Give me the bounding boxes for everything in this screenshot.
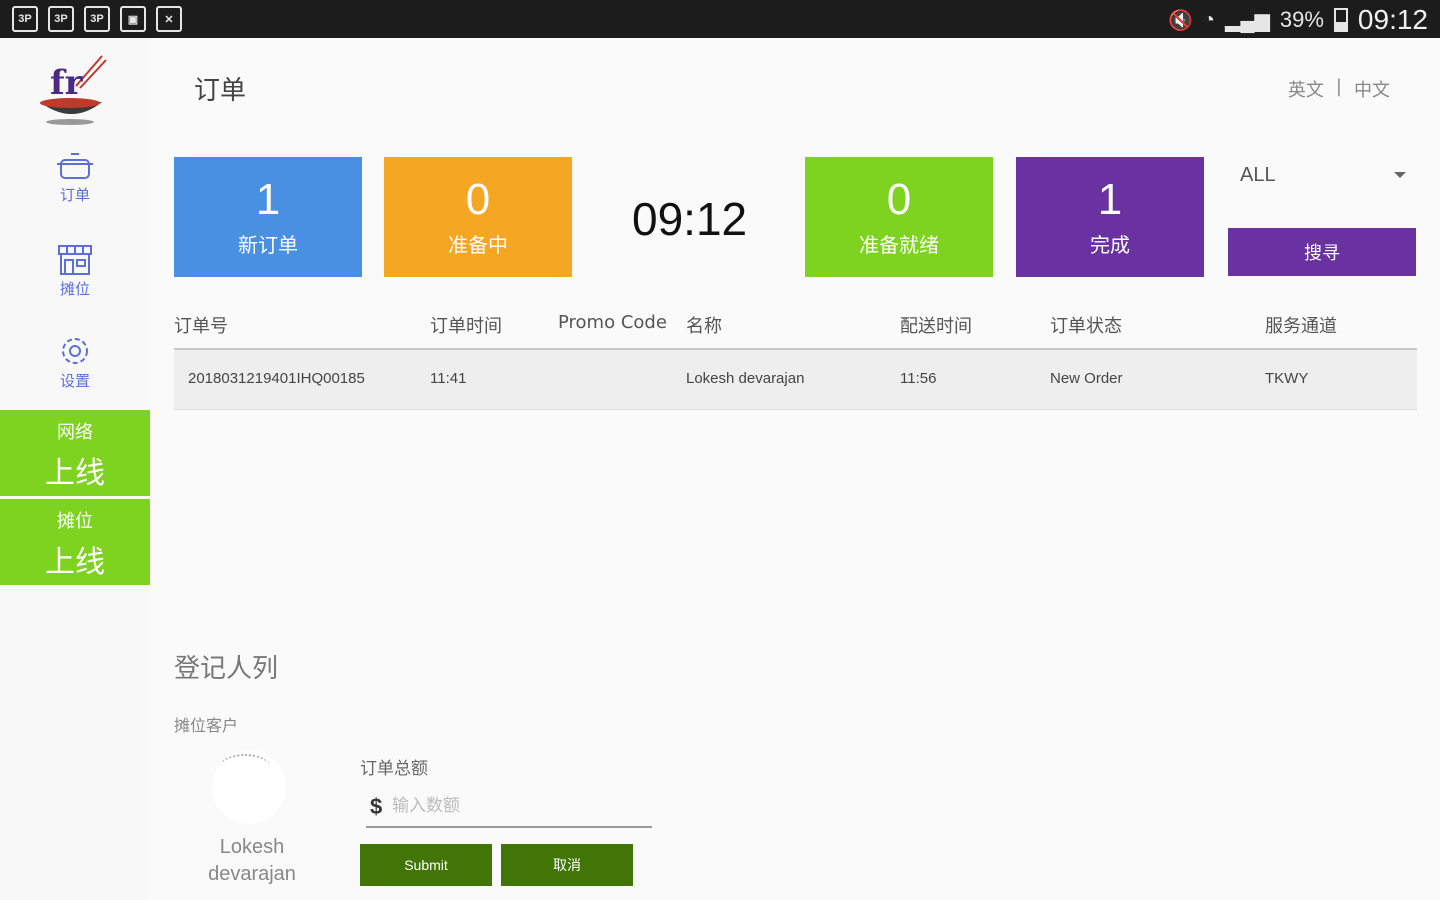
- completed-card[interactable]: 1 完成: [1016, 157, 1204, 277]
- register-list-subtitle: 摊位客户: [174, 716, 239, 735]
- ready-card[interactable]: 0 准备就绪: [805, 157, 993, 277]
- order-filter-dropdown[interactable]: ALL: [1228, 160, 1416, 200]
- system-indicators: 🔇 ◔ ▂▄▆ 39% 09:12: [1168, 4, 1428, 36]
- cell-order-number: 2018031219401IHQ00185: [188, 370, 365, 387]
- new-orders-count: 1: [255, 175, 281, 224]
- col-order-status: 订单状态: [1050, 316, 1122, 337]
- lang-chinese-link[interactable]: 中文: [1354, 76, 1390, 102]
- storefront-icon: [58, 245, 92, 275]
- svg-text:fr: fr: [50, 63, 84, 103]
- order-total-label: 订单总额: [360, 759, 428, 779]
- orders-table: 订单号 订单时间 Promo Code 名称 配送时间 订单状态 服务通道 20…: [174, 302, 1417, 410]
- app-notification-icon: 3P: [48, 6, 74, 32]
- order-total-field: $: [366, 790, 652, 828]
- completed-label: 完成: [1090, 233, 1130, 257]
- col-name: 名称: [686, 316, 722, 337]
- cell-order-time: 11:41: [430, 370, 467, 387]
- completed-count: 1: [1097, 175, 1123, 224]
- col-order-time: 订单时间: [430, 316, 502, 337]
- lang-english-link[interactable]: 英文: [1288, 76, 1324, 102]
- notification-icons: 3P 3P 3P ▣ ✕: [12, 6, 182, 32]
- network-status-label: 网络: [57, 422, 93, 443]
- sidebar-item-stall[interactable]: 摊位: [0, 242, 150, 299]
- amount-input[interactable]: [392, 796, 642, 816]
- cell-service-channel: TKWY: [1265, 370, 1309, 387]
- preparing-label: 准备中: [448, 233, 508, 257]
- current-time: 09:12: [632, 193, 748, 245]
- system-clock: 09:12: [1357, 4, 1428, 35]
- table-header-row: 订单号 订单时间 Promo Code 名称 配送时间 订单状态 服务通道: [174, 302, 1417, 350]
- customer-avatar[interactable]: [212, 750, 286, 824]
- ready-count: 0: [886, 175, 912, 224]
- customer-name: Lokesh devarajan: [208, 836, 296, 885]
- preparing-count: 0: [465, 175, 491, 224]
- signal-icon: ▂▄▆: [1224, 9, 1270, 32]
- ready-label: 准备就绪: [859, 233, 939, 257]
- cell-order-status: New Order: [1050, 370, 1123, 387]
- page-header: 订单 英文 | 中文: [150, 38, 1440, 134]
- stall-status-label: 摊位: [57, 511, 93, 532]
- sidebar-item-label: 摊位: [59, 280, 90, 298]
- app-notification-icon: 3P: [84, 6, 110, 32]
- lang-separator: |: [1335, 76, 1342, 97]
- document-notification-icon: ✕: [156, 6, 182, 32]
- cell-name: Lokesh devarajan: [686, 370, 805, 387]
- col-order-number: 订单号: [174, 316, 228, 337]
- preparing-card[interactable]: 0 准备中: [384, 157, 572, 277]
- gear-icon: [62, 338, 88, 364]
- sidebar-item-orders[interactable]: 订单: [0, 150, 150, 205]
- battery-icon: [1333, 8, 1348, 32]
- network-status-toggle[interactable]: 网络 上线: [0, 410, 150, 496]
- system-status-bar: 3P 3P 3P ▣ ✕ 🔇 ◔ ▂▄▆ 39% 09:12: [0, 0, 1440, 38]
- main-content: 1 新订单 0 准备中 09:12 0 准备就绪 1 完成 ALL 搜寻 订单号…: [150, 134, 1440, 900]
- app-logo[interactable]: fr: [36, 50, 108, 128]
- currency-symbol: $: [370, 794, 383, 819]
- cooking-pot-icon: [57, 153, 93, 179]
- wifi-icon: ◔: [1202, 8, 1215, 31]
- cancel-button[interactable]: 取消: [501, 844, 633, 886]
- cell-delivery-time: 11:56: [900, 370, 937, 387]
- app-notification-icon: 3P: [12, 6, 38, 32]
- mute-icon: 🔇: [1167, 9, 1193, 32]
- stall-status-value: 上线: [45, 545, 105, 580]
- submit-button[interactable]: Submit: [360, 844, 492, 886]
- sidebar-item-label: 订单: [59, 186, 90, 204]
- sidebar-item-settings[interactable]: 设置: [0, 334, 150, 391]
- col-promo-code: Promo Code: [558, 312, 667, 333]
- network-status-value: 上线: [45, 456, 105, 491]
- battery-percent: 39%: [1279, 7, 1324, 32]
- new-orders-label: 新订单: [238, 233, 298, 257]
- sidebar-item-label: 设置: [59, 372, 90, 390]
- sidebar: fr 订单 摊位 设置 网络 上线 摊位 上线: [0, 38, 150, 900]
- search-button[interactable]: 搜寻: [1228, 228, 1416, 276]
- language-switcher: 英文 | 中文: [1288, 76, 1390, 102]
- col-delivery-time: 配送时间: [900, 316, 972, 337]
- image-notification-icon: ▣: [120, 6, 146, 32]
- new-orders-card[interactable]: 1 新订单: [174, 157, 362, 277]
- filter-selected-value: ALL: [1240, 164, 1276, 186]
- page-title: 订单: [194, 76, 247, 106]
- table-row[interactable]: 2018031219401IHQ00185 11:41 Lokesh devar…: [174, 350, 1417, 410]
- register-list-title: 登记人列: [174, 654, 279, 684]
- stall-status-toggle[interactable]: 摊位 上线: [0, 499, 150, 585]
- chevron-down-icon: [1394, 172, 1406, 178]
- col-service-channel: 服务通道: [1265, 316, 1337, 337]
